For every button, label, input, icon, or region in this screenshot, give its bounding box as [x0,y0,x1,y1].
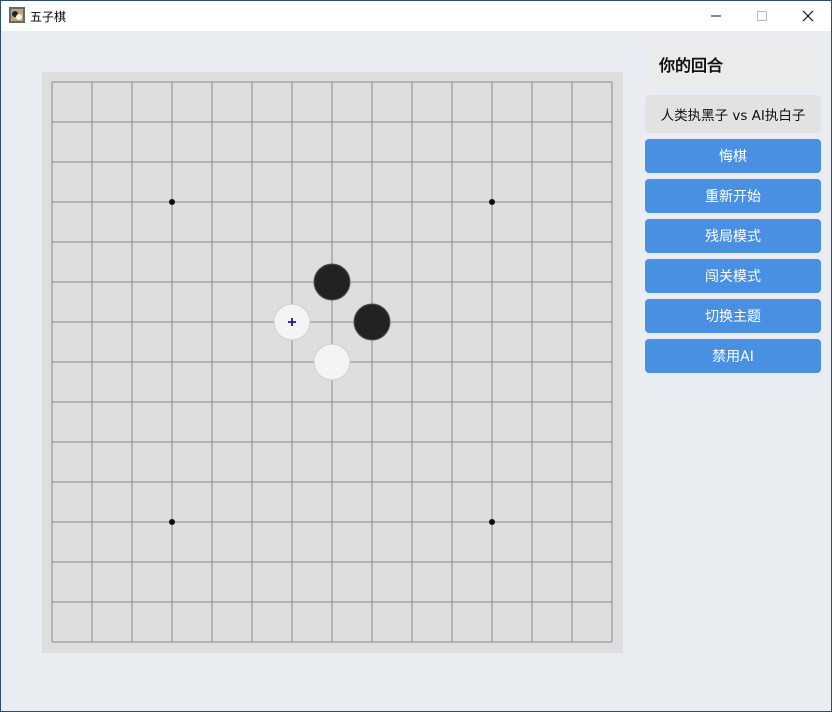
gomoku-board[interactable] [42,72,623,653]
maximize-button[interactable] [739,1,785,31]
restart-button[interactable]: 重新开始 [645,179,821,213]
star-point [489,519,495,525]
star-point [169,519,175,525]
turn-indicator: 你的回合 [645,43,821,85]
close-icon [802,10,814,22]
window-title: 五子棋 [30,10,67,24]
maximize-icon [757,11,767,21]
app-window: 五子棋 你的回合 人类执黑子 vs AI执白子 悔棋 重新开始 残局模式 闯关模… [0,0,832,712]
board-grid[interactable] [42,72,623,653]
challenge-mode-button[interactable]: 闯关模式 [645,259,821,293]
title-bar[interactable]: 五子棋 [1,1,831,31]
undo-button[interactable]: 悔棋 [645,139,821,173]
white-stone [313,343,351,381]
turn-label: 你的回合 [659,56,724,75]
mode-indicator: 人类执黑子 vs AI执白子 [645,95,821,133]
disable-ai-button[interactable]: 禁用AI [645,339,821,373]
switch-theme-button[interactable]: 切换主题 [645,299,821,333]
star-point [169,199,175,205]
close-button[interactable] [785,1,831,31]
black-stone [313,263,351,301]
gomoku-app-icon [9,7,25,23]
endgame-mode-button[interactable]: 残局模式 [645,219,821,253]
minimize-icon [711,15,721,17]
minimize-button[interactable] [693,1,739,31]
star-point [489,199,495,205]
black-stone [353,303,391,341]
